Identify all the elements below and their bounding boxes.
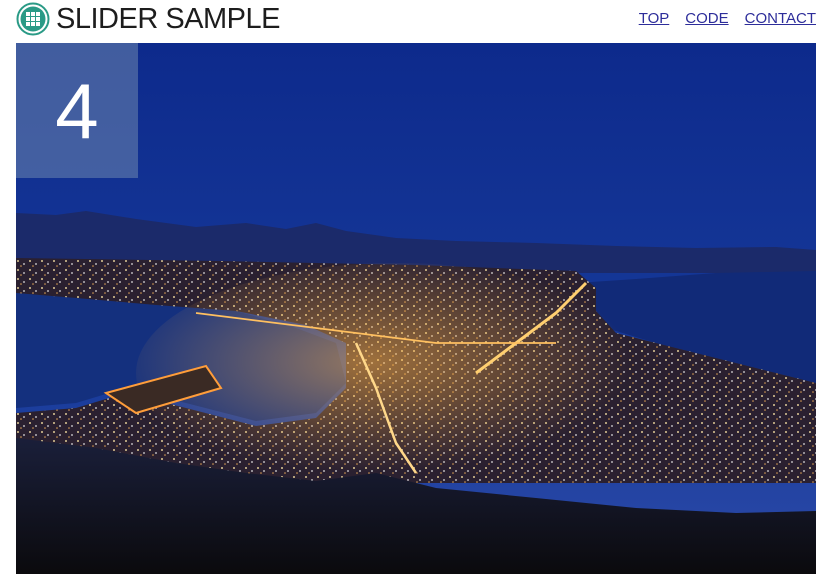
nav-link-code[interactable]: CODE [685,10,728,27]
slide-number-badge: 4 [16,43,138,178]
nav-link-top[interactable]: TOP [639,10,670,27]
grid-circle-icon [16,2,50,36]
slide-number: 4 [55,66,99,155]
site-header: SLIDER SAMPLE TOP CODE CONTACT [0,0,827,43]
site-title: SLIDER SAMPLE [56,3,280,35]
main-nav: TOP CODE CONTACT [639,10,816,27]
nav-link-contact[interactable]: CONTACT [745,10,816,27]
image-slider[interactable]: 4 [16,43,816,574]
logo[interactable]: SLIDER SAMPLE [16,2,280,36]
